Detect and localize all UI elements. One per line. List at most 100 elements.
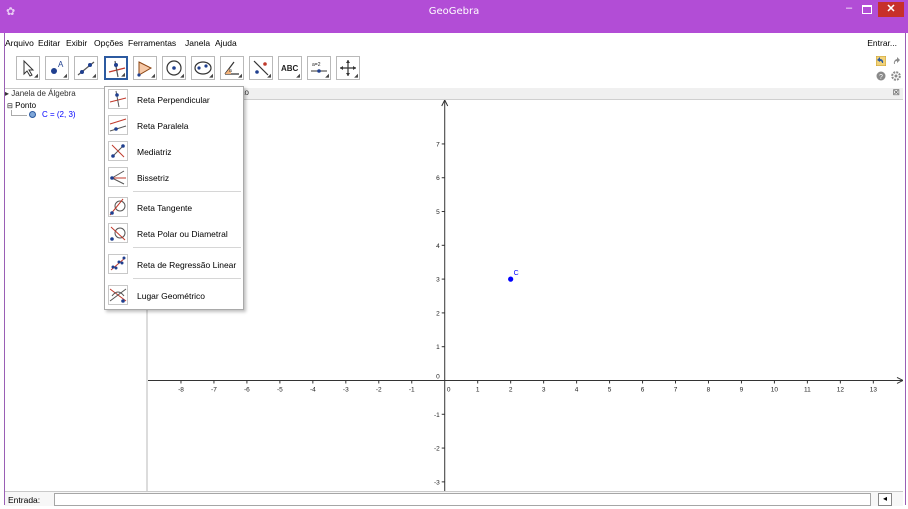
tool-dropdown-menu: Reta Perpendicular Reta Paralela Mediatr… [104, 86, 244, 310]
x-tick-label: 8 [707, 386, 711, 393]
reflect-tool-button[interactable]: ◢ [249, 56, 273, 80]
menu-item-parallel-line[interactable]: Reta Paralela [105, 113, 243, 137]
menu-item-angle-bisector[interactable]: Bissetriz [105, 165, 243, 189]
point-c[interactable] [508, 276, 514, 282]
x-tick-label: 3 [542, 386, 546, 393]
x-tick-label: 2 [509, 386, 513, 393]
coordinate-plane[interactable]: -8 -7 -6 -5 -4 -3 -2 -1 0 1 2 3 4 5 6 7 8 9 10 11 12 13-3-2-1… [148, 99, 904, 492]
x-tick-label: 11 [804, 386, 811, 393]
x-tick-label: 9 [740, 386, 744, 393]
y-tick-label: 4 [436, 243, 440, 250]
x-tick-label: 12 [837, 386, 845, 393]
x-tick-label: 13 [870, 386, 878, 393]
regression-line-icon [108, 254, 128, 274]
menu-item-label: Reta Perpendicular [137, 95, 210, 105]
y-tick-label: 2 [436, 310, 440, 317]
menu-item-perpendicular-bisector[interactable]: Mediatriz [105, 139, 243, 163]
tool-menu-indicator: ◢ [63, 73, 67, 79]
menu-janela[interactable]: Janela [185, 38, 210, 48]
menu-item-regression-line[interactable]: Reta de Regressão Linear [105, 252, 243, 276]
collapse-box-icon[interactable]: ⊟ [7, 103, 13, 110]
svg-text:a=2: a=2 [312, 62, 321, 68]
sign-in-link[interactable]: Entrar... [867, 38, 897, 48]
y-tick-label: 1 [436, 344, 440, 351]
x-tick-label: 0 [447, 386, 451, 393]
tool-menu-indicator: ◢ [354, 73, 358, 79]
menu-opcoes[interactable]: Opções [94, 38, 123, 48]
algebra-folder[interactable]: ⊟ Ponto [7, 101, 36, 110]
x-tick-label: -3 [343, 386, 349, 393]
x-tick-label: 5 [608, 386, 612, 393]
menu-arquivo[interactable]: Arquivo [5, 38, 34, 48]
move-graphics-tool-button[interactable]: ◢ [336, 56, 360, 80]
input-label: Entrada: [8, 495, 41, 505]
x-tick-label: 4 [575, 386, 579, 393]
svg-text:a: a [229, 68, 232, 74]
menu-bar: Arquivo Editar Exibir Opções Ferramentas… [5, 37, 903, 51]
y-tick-label: 5 [436, 209, 440, 216]
menu-ajuda[interactable]: Ajuda [215, 38, 237, 48]
redo-icon[interactable] [891, 56, 901, 66]
move-tool-button[interactable]: ◢ [16, 56, 40, 80]
algebra-object-c[interactable]: C = (2, 3) [42, 110, 76, 119]
x-tick-label: 1 [476, 386, 480, 393]
undo-icon[interactable] [876, 56, 886, 66]
menu-item-tangent-line[interactable]: Reta Tangente [105, 195, 243, 219]
svg-text:ABC: ABC [281, 64, 299, 73]
close-button[interactable]: ✕ [878, 2, 904, 17]
tool-menu-indicator: ◢ [238, 73, 242, 79]
menu-item-label: Reta Polar ou Diametral [137, 229, 228, 239]
x-tick-label: 7 [674, 386, 678, 393]
angle-tool-button[interactable]: a ◢ [220, 56, 244, 80]
menu-item-polar-line[interactable]: Reta Polar ou Diametral [105, 221, 243, 245]
locus-icon [108, 285, 128, 305]
maximize-icon [862, 5, 872, 14]
input-bar: Entrada: ◂ [5, 491, 903, 506]
algebra-folder-label: Ponto [15, 101, 37, 110]
circle-tool-button[interactable]: ◢ [162, 56, 186, 80]
algebra-view-title: Janela de Álgebra [11, 89, 76, 98]
settings-icon[interactable] [891, 71, 901, 81]
help-icon[interactable]: ? [876, 71, 886, 81]
tool-menu-indicator: ◢ [34, 73, 38, 79]
parallel-line-icon [108, 115, 128, 135]
menu-separator [133, 278, 241, 279]
x-tick-label: -2 [376, 386, 382, 393]
perpendicular-line-tool-button[interactable]: ◢ [104, 56, 128, 80]
ellipse-tool-button[interactable]: ◢ [191, 56, 215, 80]
graphics-view[interactable]: -8 -7 -6 -5 -4 -3 -2 -1 0 1 2 3 4 5 6 7 8 9 10 11 12 13 -3 -2 -1… [148, 99, 904, 492]
point-tool-button[interactable]: A ◢ [45, 56, 69, 80]
y-tick-label: 3 [436, 277, 440, 284]
visibility-toggle-icon[interactable] [29, 111, 36, 118]
collapse-arrow-icon[interactable]: ▸ [5, 89, 9, 98]
menu-exibir[interactable]: Exibir [66, 38, 87, 48]
close-view-icon[interactable]: ⊠ [892, 87, 900, 98]
tool-menu-indicator: ◢ [180, 73, 184, 79]
menu-separator [133, 247, 241, 248]
menu-item-label: Reta Paralela [137, 121, 189, 131]
tool-menu-indicator: ◢ [325, 73, 329, 79]
menu-item-label: Bissetriz [137, 173, 170, 183]
input-field[interactable] [54, 493, 871, 506]
keyboard-toggle-button[interactable]: ◂ [878, 493, 892, 506]
maximize-button[interactable] [858, 2, 876, 17]
menu-item-locus[interactable]: Lugar Geométrico [105, 283, 243, 307]
menu-item-label: Lugar Geométrico [137, 291, 206, 301]
menu-item-perpendicular-line[interactable]: Reta Perpendicular [105, 87, 243, 111]
x-tick-label: -1 [409, 386, 415, 393]
text-tool-button[interactable]: ABC ◢ [278, 56, 302, 80]
polygon-tool-button[interactable]: ◢ [133, 56, 157, 80]
x-tick-label: -5 [277, 386, 283, 393]
y-tick-label: -2 [434, 446, 440, 453]
menu-ferramentas[interactable]: Ferramentas [128, 38, 176, 48]
line-tool-button[interactable]: ◢ [74, 56, 98, 80]
slider-tool-button[interactable]: a=2 ◢ [307, 56, 331, 80]
menu-editar[interactable]: Editar [38, 38, 60, 48]
point-c-label: C [514, 270, 519, 277]
menu-item-label: Reta Tangente [137, 203, 193, 213]
menu-item-label: Reta de Regressão Linear [137, 260, 237, 270]
tool-menu-indicator: ◢ [296, 73, 300, 79]
minimize-button[interactable]: – [840, 2, 858, 17]
y-tick-label: 7 [436, 141, 440, 148]
title-bar: ✿ GeoGebra – ✕ [0, 0, 908, 33]
